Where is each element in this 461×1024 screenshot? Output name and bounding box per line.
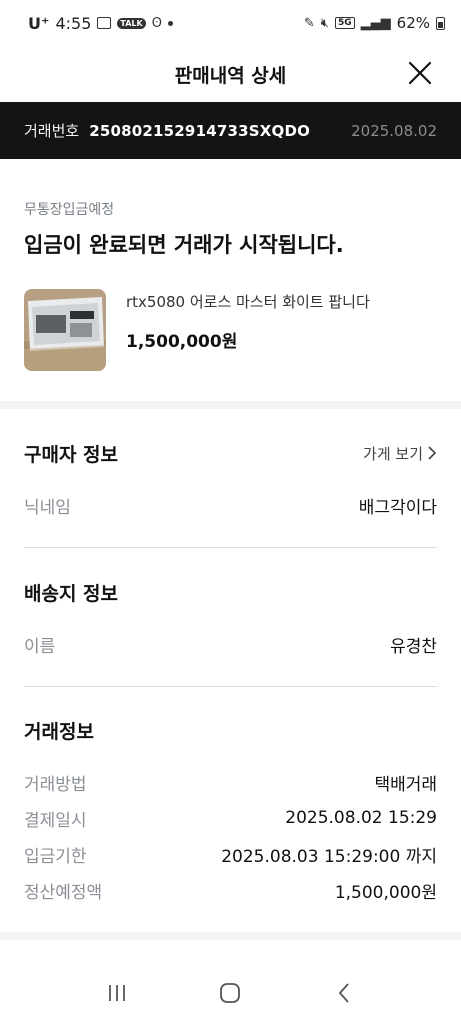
- section-gap: [0, 401, 461, 409]
- carrier-label: U⁺: [28, 13, 50, 33]
- status-bar: U⁺ 4:55 TALK ʘ ✎ 🔇︎ 5G ▂▄▆ 62%: [0, 0, 461, 46]
- recipient-name-value: 유경찬: [390, 636, 437, 657]
- network-type-icon: 5G: [335, 17, 355, 29]
- order-number: 250802152914733SXQDO: [89, 121, 311, 140]
- section-gap: [0, 932, 461, 940]
- pen-icon: ✎: [303, 15, 315, 31]
- mute-icon: 🔇︎: [320, 15, 329, 31]
- deposit-deadline-value: 2025.08.03 15:29:00 까지: [221, 846, 437, 867]
- close-button[interactable]: [403, 56, 437, 90]
- status-section: 무통장입금예정 입금이 완료되면 거래가 시작됩니다. rtx5080 어로스 …: [0, 159, 461, 401]
- settlement-amount-value: 1,500,000원: [334, 882, 437, 903]
- nickname-value: 배그각이다: [358, 497, 437, 518]
- deposit-deadline-row: 입금기한 2025.08.03 15:29:00 까지: [24, 841, 437, 867]
- battery-percent: 62%: [396, 14, 430, 32]
- payment-datetime-row: 결제일시 2025.08.02 15:29: [24, 805, 437, 831]
- divider: [24, 686, 437, 687]
- battery-icon: [436, 16, 445, 30]
- transaction-method-label: 거래방법: [24, 774, 87, 795]
- system-navigation-bar: [0, 962, 461, 1024]
- clock: 4:55: [55, 13, 92, 33]
- product-image: [24, 289, 106, 371]
- order-date: 2025.08.02: [351, 121, 437, 140]
- notification-app-icon: ʘ: [151, 15, 162, 31]
- payment-datetime-value: 2025.08.02 15:29: [285, 808, 437, 828]
- status-bar-right: ✎ 🔇︎ 5G ▂▄▆ 62%: [304, 14, 445, 32]
- transaction-method-row: 거래방법 택배거래: [24, 769, 437, 795]
- product-name: rtx5080 어로스 마스터 화이트 팝니다: [126, 293, 370, 311]
- home-button[interactable]: [210, 973, 250, 1013]
- buyer-info-section: 구매자 정보 가게 보기 닉네임 배그각이다: [24, 440, 437, 518]
- recent-apps-button[interactable]: [97, 973, 137, 1013]
- order-number-label: 거래번호: [24, 122, 80, 140]
- status-title: 입금이 완료되면 거래가 시작됩니다.: [24, 233, 344, 257]
- back-icon: [338, 983, 349, 1003]
- transaction-info-section: 거래정보 거래방법 택배거래 결제일시 2025.08.02 15:29 입금기…: [24, 717, 437, 903]
- nickname-label: 닉네임: [24, 497, 71, 518]
- back-button[interactable]: [324, 973, 364, 1013]
- kakaotalk-icon: TALK: [117, 17, 146, 29]
- settlement-amount-label: 정산예정액: [24, 882, 103, 903]
- home-icon: [220, 983, 241, 1003]
- recipient-name-label: 이름: [24, 636, 56, 657]
- settlement-amount-row: 정산예정액 1,500,000원: [24, 877, 437, 903]
- page-title: 판매내역 상세: [174, 64, 287, 87]
- status-bar-left: U⁺ 4:55 TALK ʘ: [28, 14, 173, 33]
- payment-datetime-label: 결제일시: [24, 810, 87, 831]
- chevron-right-icon: [428, 446, 437, 460]
- close-icon: [408, 61, 432, 85]
- divider: [24, 547, 437, 548]
- deposit-deadline-label: 입금기한: [24, 846, 87, 867]
- buyer-nickname-row: 닉네임 배그각이다: [24, 492, 437, 518]
- view-store-label: 가게 보기: [363, 444, 423, 463]
- shipping-info-title: 배송지 정보: [24, 582, 119, 605]
- more-notifications-icon: [167, 20, 173, 26]
- buyer-info-title: 구매자 정보: [24, 443, 119, 466]
- recent-apps-icon: [108, 985, 125, 1001]
- app-header: 판매내역 상세: [0, 46, 461, 102]
- product-info: rtx5080 어로스 마스터 화이트 팝니다 1,500,000원: [126, 289, 370, 371]
- shipping-info-section: 배송지 정보 이름 유경찬: [24, 579, 437, 657]
- view-store-link[interactable]: 가게 보기: [363, 443, 437, 464]
- signal-icon: ▂▄▆: [360, 15, 391, 31]
- product-price: 1,500,000원: [126, 332, 238, 352]
- transaction-method-value: 택배거래: [374, 774, 437, 795]
- status-subtitle: 무통장입금예정: [24, 202, 115, 218]
- product-card[interactable]: rtx5080 어로스 마스터 화이트 팝니다 1,500,000원: [24, 289, 437, 371]
- shipping-name-row: 이름 유경찬: [24, 631, 437, 657]
- order-number-bar: 거래번호 250802152914733SXQDO 2025.08.02: [0, 102, 461, 159]
- gallery-icon: [97, 17, 112, 29]
- transaction-info-title: 거래정보: [24, 720, 94, 743]
